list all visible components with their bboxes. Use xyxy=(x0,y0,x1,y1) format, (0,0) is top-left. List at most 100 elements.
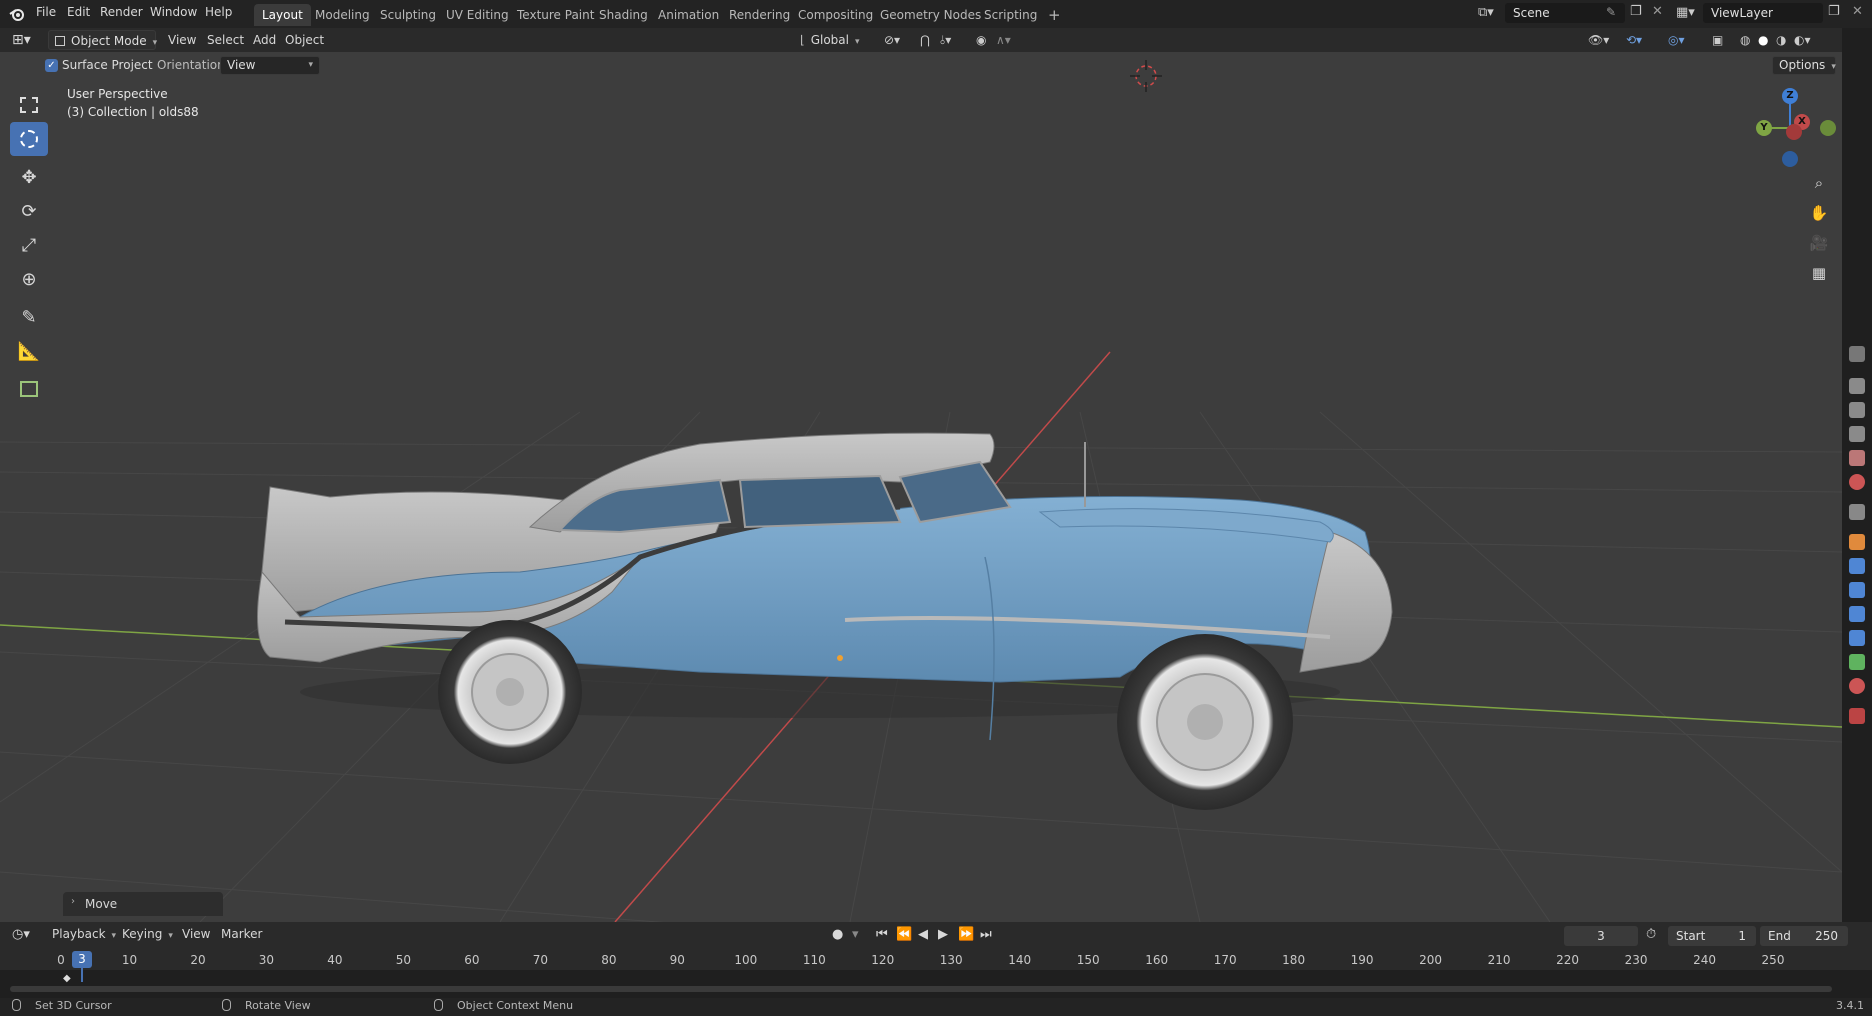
navigation-gizmo[interactable]: Z Y X xyxy=(1748,84,1838,174)
3d-viewport[interactable] xyxy=(0,52,1842,922)
material-properties-icon[interactable] xyxy=(1849,678,1865,694)
orientation-dropdown[interactable]: View ▾ xyxy=(220,56,320,75)
zoom-icon[interactable]: ⌕ xyxy=(1806,170,1832,196)
keyframe-icon[interactable]: ◆ xyxy=(63,973,71,984)
new-scene-icon[interactable]: ❐ xyxy=(1630,4,1642,19)
select-box-tool[interactable] xyxy=(10,88,48,122)
view-layer-selector-icon[interactable]: ▦▾ xyxy=(1676,5,1695,20)
menu-add[interactable]: Add xyxy=(253,30,276,50)
keying-mode-icon[interactable]: ▾ xyxy=(852,927,859,942)
material-shading-icon[interactable]: ◑ xyxy=(1776,30,1786,50)
current-frame-field[interactable]: 3 xyxy=(1564,926,1638,946)
blender-logo-icon[interactable] xyxy=(8,5,26,23)
tab-compositing[interactable]: Compositing xyxy=(790,4,881,26)
mode-dropdown[interactable]: Object Mode ▾ xyxy=(48,30,157,50)
snap-icon[interactable]: ⋂ xyxy=(920,30,930,50)
delete-scene-icon[interactable]: ✕ xyxy=(1652,4,1663,19)
gizmo-y-axis[interactable]: Y xyxy=(1756,120,1772,136)
add-workspace-button[interactable]: + xyxy=(1040,4,1069,26)
last-operator-panel[interactable]: › Move xyxy=(63,892,223,916)
scene-selector-icon[interactable]: ⧉▾ xyxy=(1478,5,1494,20)
collection-properties-icon[interactable] xyxy=(1849,504,1865,520)
menu-file[interactable]: File xyxy=(36,5,56,19)
tab-rendering[interactable]: Rendering xyxy=(721,4,798,26)
add-cube-tool[interactable] xyxy=(10,372,48,406)
data-properties-icon[interactable] xyxy=(1849,654,1865,670)
jump-to-start-icon[interactable]: ⏮ xyxy=(876,927,888,942)
gizmo-toggle-icon[interactable]: ⟲▾ xyxy=(1626,30,1642,50)
menu-object[interactable]: Object xyxy=(285,30,324,50)
jump-to-end-icon[interactable]: ⏭ xyxy=(980,927,992,942)
proportional-falloff-icon[interactable]: ∧▾ xyxy=(996,30,1011,50)
view-layer-field[interactable]: ViewLayer xyxy=(1703,3,1823,23)
cursor-tool[interactable] xyxy=(10,122,48,156)
move-tool[interactable]: ✥ xyxy=(10,160,48,194)
annotate-tool[interactable]: ✎ xyxy=(10,300,48,334)
viewport-canvas[interactable] xyxy=(0,52,1842,922)
proportional-editing-icon[interactable]: ◉ xyxy=(976,30,986,50)
rotate-tool[interactable]: ⟳ xyxy=(10,194,48,228)
tab-scripting[interactable]: Scripting xyxy=(976,4,1045,26)
gizmo-neg-z-axis[interactable] xyxy=(1782,151,1798,167)
perspective-grid-icon[interactable]: ▦ xyxy=(1806,260,1832,286)
modifier-properties-icon[interactable] xyxy=(1849,558,1865,574)
tab-shading[interactable]: Shading xyxy=(591,4,656,26)
tool-properties-icon[interactable] xyxy=(1849,346,1865,362)
jump-to-next-keyframe-icon[interactable]: ⏩ xyxy=(958,927,974,942)
snap-target-icon[interactable]: ⫰▾ xyxy=(940,30,951,50)
measure-tool[interactable]: 📐 xyxy=(10,334,48,368)
start-frame-field[interactable]: Start 1 xyxy=(1668,926,1756,946)
tab-modeling[interactable]: Modeling xyxy=(307,4,378,26)
tab-layout[interactable]: Layout xyxy=(254,4,311,26)
menu-keying[interactable]: Keying ▾ xyxy=(122,927,173,941)
pin-icon[interactable]: ✎ xyxy=(1606,5,1616,19)
solid-shading-icon[interactable]: ● xyxy=(1758,30,1768,50)
menu-view[interactable]: View xyxy=(168,30,196,50)
gizmo-z-axis[interactable]: Z xyxy=(1782,88,1798,104)
new-view-layer-icon[interactable]: ❐ xyxy=(1828,4,1840,19)
tab-animation[interactable]: Animation xyxy=(650,4,727,26)
transform-orientation-dropdown[interactable]: ⌊ Global ▾ xyxy=(800,30,860,50)
wireframe-shading-icon[interactable]: ◍ xyxy=(1740,30,1750,50)
object-properties-icon[interactable] xyxy=(1849,534,1865,550)
menu-window[interactable]: Window xyxy=(150,5,197,19)
playhead[interactable]: 3 xyxy=(72,951,92,968)
editor-type-icon[interactable]: ⊞▾ xyxy=(12,30,31,50)
tab-uv-editing[interactable]: UV Editing xyxy=(438,4,517,26)
texture-properties-icon[interactable] xyxy=(1849,708,1865,724)
pivot-point-icon[interactable]: ⊘▾ xyxy=(884,30,900,50)
visibility-icon[interactable]: 👁▾ xyxy=(1588,30,1609,50)
constraints-properties-icon[interactable] xyxy=(1849,630,1865,646)
timeline-scrollbar[interactable] xyxy=(10,986,1832,992)
menu-timeline-view[interactable]: View xyxy=(182,927,210,941)
rendered-shading-icon[interactable]: ◐▾ xyxy=(1794,30,1811,50)
output-properties-icon[interactable] xyxy=(1849,402,1865,418)
play-icon[interactable]: ▶ xyxy=(938,927,948,942)
tab-sculpting[interactable]: Sculpting xyxy=(372,4,444,26)
gizmo-neg-y-axis[interactable] xyxy=(1820,120,1836,136)
pan-hand-icon[interactable]: ✋ xyxy=(1806,200,1832,226)
timeline-area[interactable]: 0 10 20 30 40 50 60 70 80 90 100 110 120 130 140 150 160… xyxy=(0,950,1872,998)
menu-select[interactable]: Select xyxy=(207,30,244,50)
auto-keying-icon[interactable]: ● xyxy=(832,927,843,942)
camera-view-icon[interactable]: 🎥 xyxy=(1806,230,1832,256)
gizmo-neg-x-axis[interactable] xyxy=(1786,124,1802,140)
particles-properties-icon[interactable] xyxy=(1849,582,1865,598)
preview-range-icon[interactable]: ⏱ xyxy=(1646,927,1656,942)
world-properties-icon[interactable] xyxy=(1849,474,1865,490)
xray-toggle-icon[interactable]: ▣ xyxy=(1712,30,1723,50)
jump-to-prev-keyframe-icon[interactable]: ⏪ xyxy=(896,927,912,942)
scene-properties-icon[interactable] xyxy=(1849,450,1865,466)
transform-tool[interactable]: ⊕ xyxy=(10,262,48,296)
view-layer-properties-icon[interactable] xyxy=(1849,426,1865,442)
surface-project-checkbox[interactable]: ✓ xyxy=(45,59,58,72)
tab-geometry-nodes[interactable]: Geometry Nodes xyxy=(872,4,989,26)
menu-edit[interactable]: Edit xyxy=(67,5,90,19)
physics-properties-icon[interactable] xyxy=(1849,606,1865,622)
overlay-toggle-icon[interactable]: ◎▾ xyxy=(1668,30,1685,50)
timeline-editor-type-icon[interactable]: ◷▾ xyxy=(12,927,30,942)
menu-playback[interactable]: Playback ▾ xyxy=(52,927,116,941)
tab-texture-paint[interactable]: Texture Paint xyxy=(509,4,602,26)
menu-marker[interactable]: Marker xyxy=(221,927,262,941)
play-reverse-icon[interactable]: ◀ xyxy=(918,927,928,942)
